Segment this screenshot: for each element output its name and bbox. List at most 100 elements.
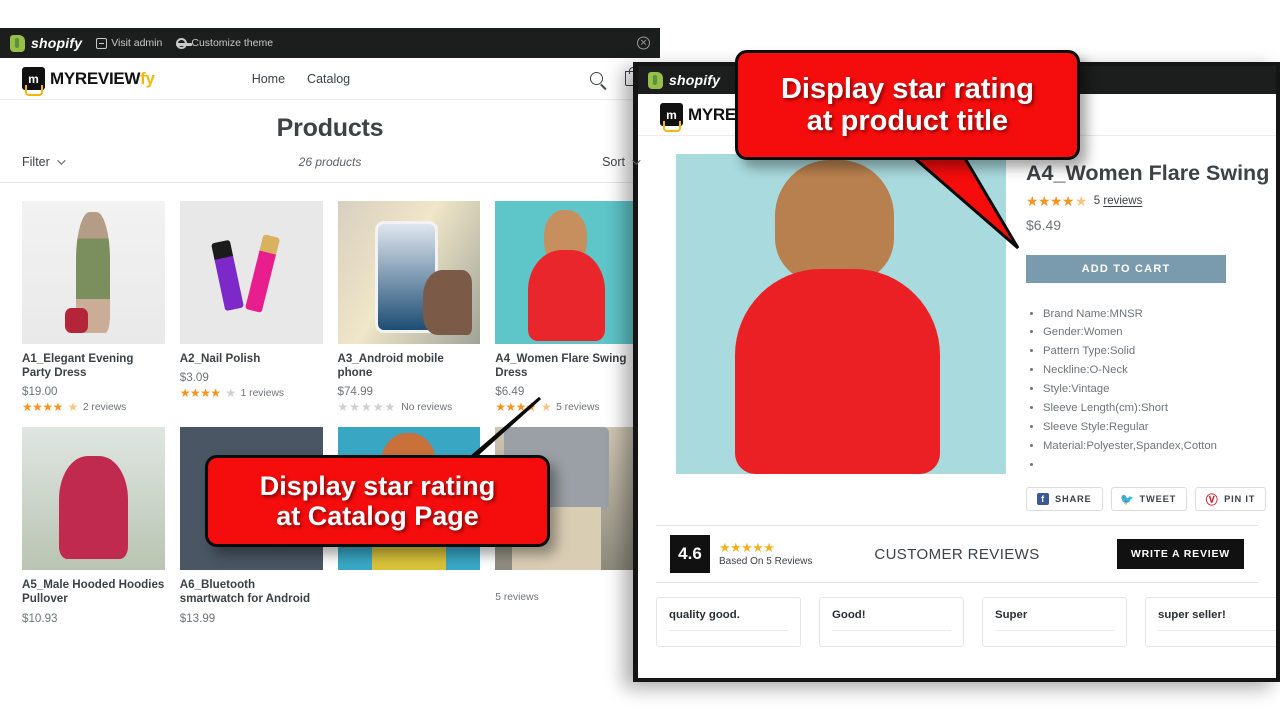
- store-header: m MYREVIEWfy Home Catalog: [0, 58, 660, 100]
- spec-item: Brand Name:MNSR: [1043, 305, 1280, 324]
- product-rating: 5 reviews: [495, 592, 638, 603]
- star-rating-empty: ★: [225, 387, 235, 399]
- sort-label: Sort: [602, 155, 625, 169]
- add-to-cart-button[interactable]: ADD TO CART: [1026, 255, 1226, 283]
- product-thumbnail[interactable]: [338, 201, 481, 344]
- product-name: A2_Nail Polish: [180, 352, 323, 366]
- share-pinterest-label: PIN IT: [1224, 494, 1255, 504]
- catalog-toolbar: Filter 26 products Sort: [0, 155, 660, 183]
- share-twitter-button[interactable]: 🐦 TWEET: [1111, 487, 1188, 511]
- product-name: A1_Elegant Evening Party Dress: [22, 352, 165, 380]
- review-count-link[interactable]: 5 reviews: [1094, 195, 1143, 207]
- search-icon[interactable]: [590, 72, 603, 85]
- nav-item-home[interactable]: Home: [252, 72, 285, 86]
- nav-item-catalog[interactable]: Catalog: [307, 72, 350, 86]
- share-pinterest-button[interactable]: Ⓥ PIN IT: [1195, 487, 1266, 511]
- product-price: $13.99: [180, 612, 323, 625]
- spec-item: Sleeve Style:Regular: [1043, 418, 1280, 437]
- customer-reviews-bar: 4.6 ★★★★★ Based On 5 Reviews CUSTOMER RE…: [656, 525, 1258, 583]
- review-cards-list: quality good. Good! Super super seller! …: [638, 583, 1276, 647]
- review-count[interactable]: 5 reviews: [556, 402, 600, 413]
- visit-admin-label: Visit admin: [111, 37, 162, 49]
- store-nav: Home Catalog: [252, 72, 350, 86]
- review-title: Good!: [832, 609, 951, 621]
- product-rating: ★★★★★ 5 reviews: [1026, 194, 1280, 208]
- product-card[interactable]: A2_Nail Polish $3.09 ★★★★★ 1 reviews: [180, 201, 323, 413]
- review-divider: [832, 630, 951, 631]
- filter-dropdown[interactable]: Filter: [22, 155, 63, 169]
- product-price: $6.49: [1026, 217, 1280, 233]
- product-thumbnail[interactable]: [180, 201, 323, 344]
- product-thumbnail[interactable]: [22, 427, 165, 570]
- product-name: A3_Android mobile phone: [338, 352, 481, 380]
- social-share-row: f SHARE 🐦 TWEET Ⓥ PIN IT: [638, 475, 1276, 511]
- review-card[interactable]: Good!: [819, 597, 964, 647]
- spec-item: [1043, 456, 1280, 475]
- sort-dropdown[interactable]: Sort: [602, 155, 638, 169]
- spec-item: Pattern Type:Solid: [1043, 342, 1280, 361]
- facebook-icon: f: [1037, 493, 1049, 505]
- product-card[interactable]: A3_Android mobile phone $74.99 ★★★★★ No …: [338, 201, 481, 413]
- based-on-label: Based On 5 Reviews: [719, 556, 812, 567]
- shopify-logo[interactable]: shopify: [648, 72, 720, 89]
- star-rating-half: ★: [68, 401, 78, 413]
- rating-summary: ★★★★★ Based On 5 Reviews: [719, 541, 812, 567]
- store-logo[interactable]: m MYREVIEWfy: [22, 67, 155, 90]
- shopify-logo[interactable]: shopify: [10, 35, 82, 52]
- customize-theme-link[interactable]: Customize theme: [176, 37, 273, 49]
- callout-catalog-line1: Display star rating: [260, 471, 496, 501]
- store-icon: [96, 38, 107, 49]
- spec-item: Neckline:O-Neck: [1043, 361, 1280, 380]
- review-count[interactable]: 2 reviews: [83, 402, 127, 413]
- visit-admin-link[interactable]: Visit admin: [96, 37, 162, 49]
- store-logo-text: MYREVIEWfy: [50, 69, 155, 89]
- product-hero-image[interactable]: [676, 154, 1006, 474]
- product-grid: A1_Elegant Evening Party Dress $19.00 ★★…: [0, 183, 660, 625]
- gear-icon: [176, 38, 187, 49]
- spec-item: Sleeve Length(cm):Short: [1043, 399, 1280, 418]
- myreviewfy-mark-icon: m: [22, 67, 45, 90]
- product-price: $3.09: [180, 371, 323, 384]
- product-card[interactable]: A5_Male Hooded Hoodies Pullover $10.93: [22, 427, 165, 624]
- filter-label: Filter: [22, 155, 50, 169]
- product-card[interactable]: A1_Elegant Evening Party Dress $19.00 ★★…: [22, 201, 165, 413]
- callout-product-line2: at product title: [781, 105, 1034, 137]
- review-divider: [1158, 630, 1277, 631]
- screenshot-root: shopify Visit admin Customize theme ✕ m …: [0, 0, 1280, 720]
- share-twitter-label: TWEET: [1140, 494, 1177, 504]
- share-facebook-button[interactable]: f SHARE: [1026, 487, 1103, 511]
- product-card[interactable]: A4_Women Flare Swing Dress $6.49 ★★★★★ 5…: [495, 201, 638, 413]
- myreviewfy-mark-icon: m: [660, 103, 683, 126]
- review-count[interactable]: 5 reviews: [495, 592, 539, 603]
- review-card[interactable]: quality good.: [656, 597, 801, 647]
- review-count[interactable]: 1 reviews: [241, 388, 285, 399]
- callout-product-title: Display star rating at product title: [735, 50, 1080, 160]
- chevron-down-icon: [57, 156, 65, 164]
- customize-theme-label: Customize theme: [191, 37, 273, 49]
- product-thumbnail[interactable]: [495, 201, 638, 344]
- close-icon[interactable]: ✕: [637, 37, 650, 50]
- review-card[interactable]: super seller!: [1145, 597, 1280, 647]
- shopify-leaf-icon: [10, 35, 25, 52]
- callout-catalog-line2: at Catalog Page: [260, 501, 496, 531]
- product-rating: ★★★★★ No reviews: [338, 401, 481, 413]
- shopify-wordmark: shopify: [669, 72, 720, 88]
- product-price: $19.00: [22, 385, 165, 398]
- write-review-button[interactable]: WRITE A REVIEW: [1117, 539, 1244, 569]
- product-specs-list: Brand Name:MNSR Gender:Women Pattern Typ…: [1026, 305, 1280, 476]
- product-name: A5_Male Hooded Hoodies Pullover: [22, 578, 165, 606]
- review-count: No reviews: [401, 402, 452, 413]
- spec-item: Style:Vintage: [1043, 380, 1280, 399]
- star-rating-filled: ★★★★: [495, 401, 536, 413]
- product-rating: ★★★★★ 2 reviews: [22, 401, 165, 413]
- rating-score-badge: 4.6: [670, 535, 710, 573]
- product-thumbnail[interactable]: [22, 201, 165, 344]
- review-title: quality good.: [669, 609, 788, 621]
- shopify-leaf-icon: [648, 72, 663, 89]
- review-card[interactable]: Super: [982, 597, 1127, 647]
- star-rating-filled: ★★★★: [22, 401, 63, 413]
- product-title: A4_Women Flare Swing Dress: [1026, 160, 1280, 188]
- shopify-wordmark: shopify: [31, 35, 82, 51]
- product-detail-body: A4_Women Flare Swing Dress ★★★★★ 5 revie…: [638, 136, 1276, 475]
- callout-catalog-text: Display star rating at Catalog Page: [260, 471, 496, 531]
